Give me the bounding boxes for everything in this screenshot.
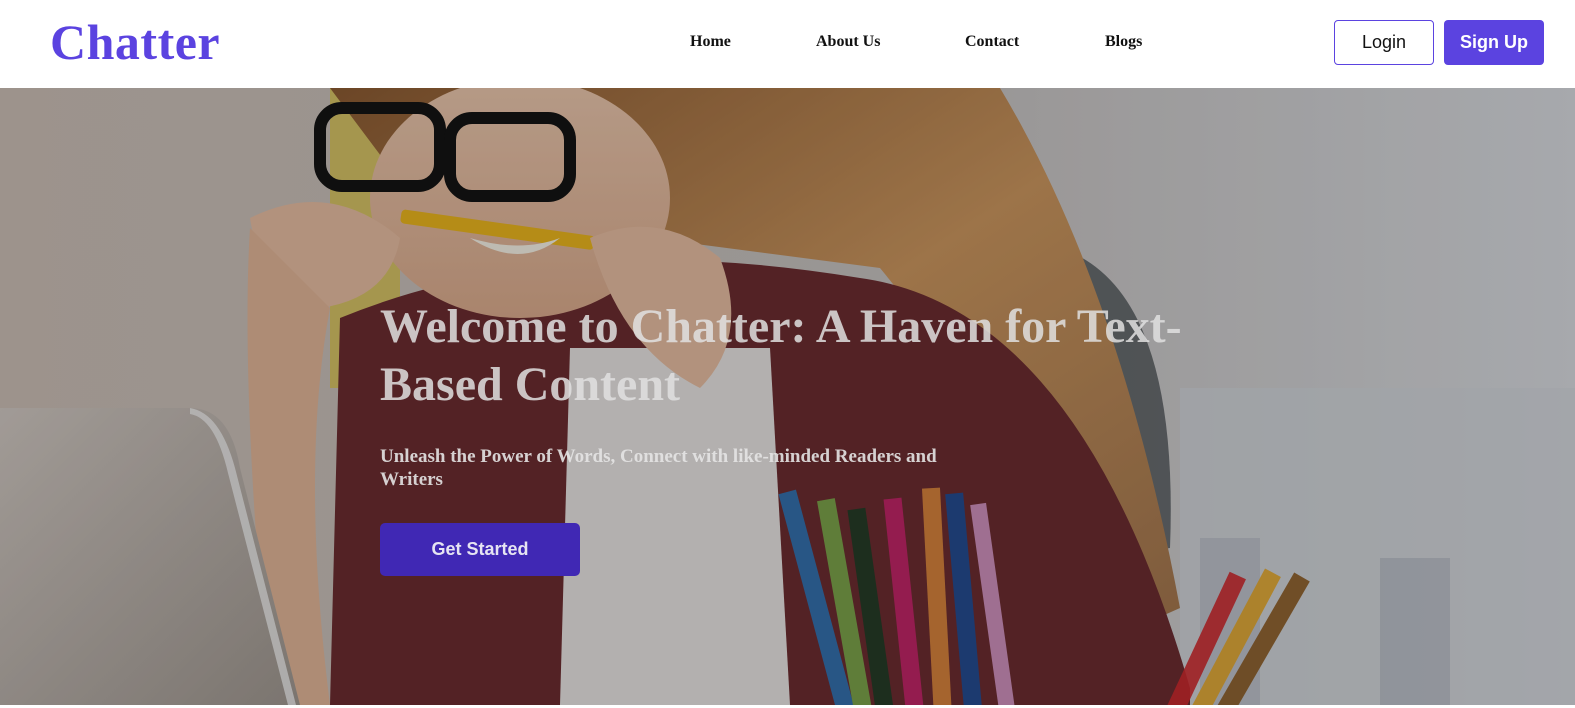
nav-link-contact[interactable]: Contact [965,31,1019,53]
get-started-button[interactable]: Get Started [380,523,580,576]
nav-link-home[interactable]: Home [690,31,731,53]
nav-link-about-us[interactable]: About Us [816,31,880,53]
login-button[interactable]: Login [1334,20,1434,65]
nav-link-blogs[interactable]: Blogs [1105,31,1142,53]
hero-title: Welcome to Chatter: A Haven for Text-Bas… [380,300,1182,411]
hero-section: Welcome to Chatter: A Haven for Text-Bas… [0,88,1575,705]
logo[interactable]: Chatter [50,12,220,72]
sign-up-button[interactable]: Sign Up [1444,20,1544,65]
site-header: Chatter Home About Us Contact Blogs Logi… [0,0,1575,88]
hero-subtitle: Unleash the Power of Words, Connect with… [380,446,937,490]
